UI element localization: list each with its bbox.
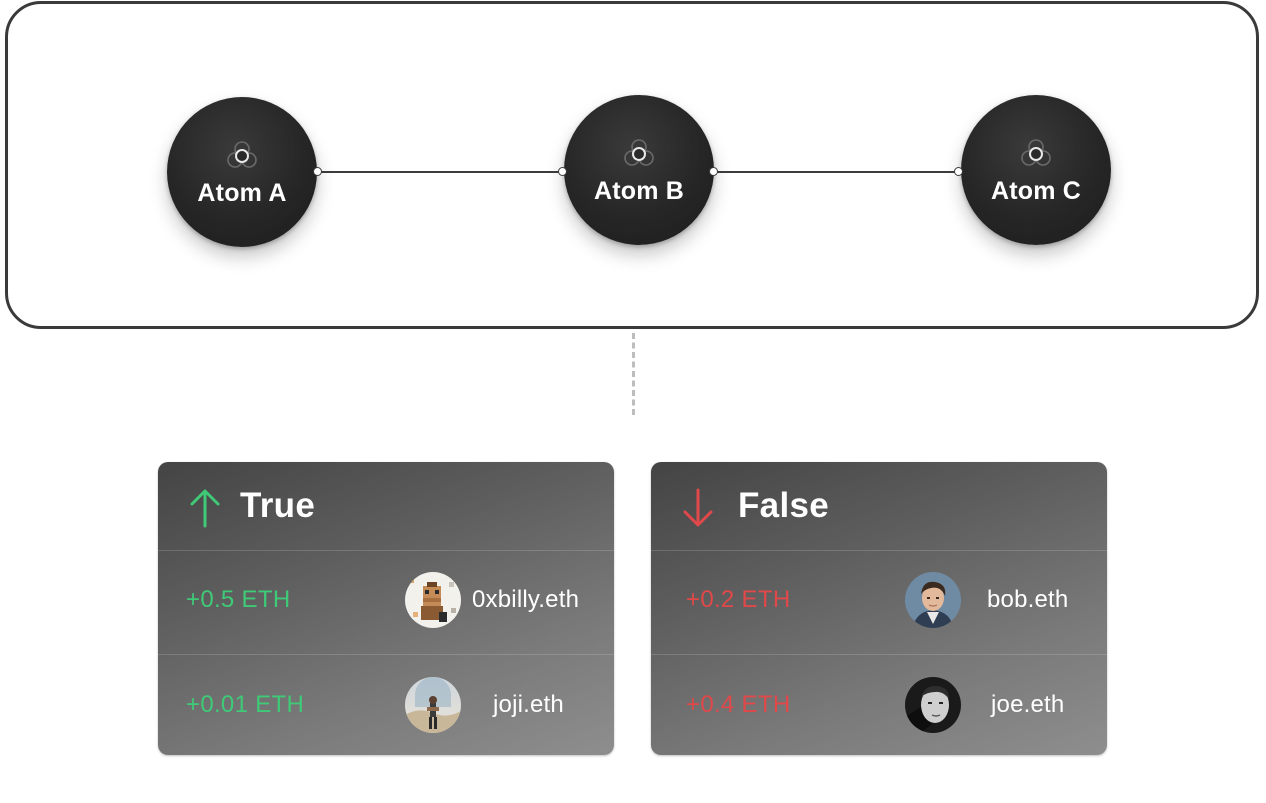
atom-label: Atom A xyxy=(197,179,287,207)
card-header: False xyxy=(651,462,1107,550)
diagram-stage: Atom A Atom B Atom C True +0.5 ETH 0xbil… xyxy=(0,0,1266,803)
card-title: False xyxy=(738,486,829,525)
triple-ring-atom-icon xyxy=(624,139,654,166)
triple-ring-atom-icon xyxy=(1021,139,1051,166)
card-title: True xyxy=(240,486,316,525)
port-atom-b-left[interactable] xyxy=(558,167,567,176)
avatar xyxy=(905,572,961,628)
list-item[interactable]: +0.2 ETH bob.eth xyxy=(651,550,1107,654)
port-atom-c-left[interactable] xyxy=(954,167,963,176)
bw-portrait-avatar xyxy=(905,677,961,733)
true-position-card: True +0.5 ETH 0xbilly.eth +0.01 ETH joji… xyxy=(158,462,614,755)
port-atom-a-right[interactable] xyxy=(313,167,322,176)
list-item[interactable]: +0.01 ETH joji.eth xyxy=(158,655,614,755)
connector-a-b xyxy=(318,171,563,173)
card-header: True xyxy=(158,462,614,550)
arrow-up-icon xyxy=(190,489,220,528)
portrait-photo-avatar xyxy=(905,572,961,628)
avatar xyxy=(405,677,461,733)
atom-label: Atom C xyxy=(990,177,1082,205)
stake-amount: +0.2 ETH xyxy=(686,586,791,613)
avatar xyxy=(405,572,461,628)
stake-amount: +0.01 ETH xyxy=(186,691,305,718)
user-name[interactable]: joji.eth xyxy=(493,691,564,719)
triple-ring-atom-icon xyxy=(227,141,257,168)
avatar xyxy=(905,677,961,733)
connector-b-c xyxy=(714,171,959,173)
port-atom-b-right[interactable] xyxy=(709,167,718,176)
atom-node-c[interactable]: Atom C xyxy=(961,95,1111,245)
arrow-down-icon xyxy=(683,488,713,527)
stake-amount: +0.4 ETH xyxy=(686,691,791,718)
user-name[interactable]: bob.eth xyxy=(987,586,1068,614)
list-item[interactable]: +0.5 ETH 0xbilly.eth xyxy=(158,550,614,654)
landscape-photo-avatar xyxy=(405,677,461,733)
false-position-card: False +0.2 ETH bob.eth +0.4 ETH joe.eth xyxy=(651,462,1107,755)
user-name[interactable]: joe.eth xyxy=(991,691,1064,719)
list-item[interactable]: +0.4 ETH joe.eth xyxy=(651,655,1107,755)
atom-node-a[interactable]: Atom A xyxy=(167,97,317,247)
atom-node-b[interactable]: Atom B xyxy=(564,95,714,245)
stake-amount: +0.5 ETH xyxy=(186,586,291,613)
atom-label: Atom B xyxy=(593,177,685,205)
dashed-link xyxy=(632,333,635,415)
user-name[interactable]: 0xbilly.eth xyxy=(472,586,579,614)
pixel-art-avatar xyxy=(405,572,461,628)
